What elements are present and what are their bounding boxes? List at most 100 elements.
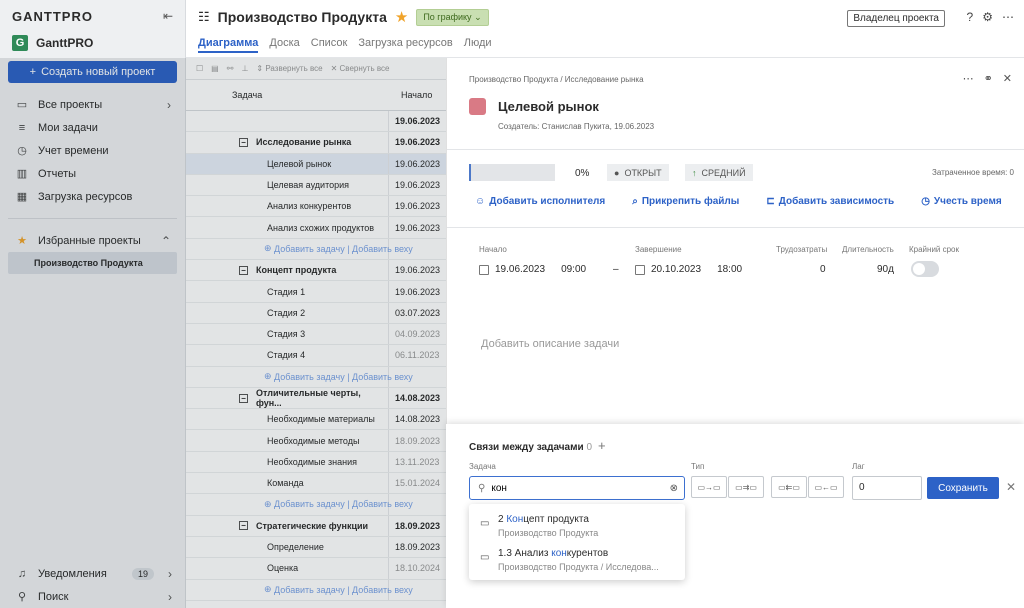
search-icon: ⚲: [478, 482, 486, 494]
progress-bar[interactable]: [469, 164, 555, 181]
favorites-header[interactable]: ★ Избранные проекты ⌃: [0, 229, 185, 252]
attach-files-button[interactable]: ⌕ Прикрепить файлы: [632, 196, 739, 207]
tab-list[interactable]: Список: [311, 37, 348, 53]
sidebar-item-reports[interactable]: ▥ Отчеты: [0, 162, 185, 185]
table-row[interactable]: Целевая аудитория 19.06.2023: [186, 174, 446, 197]
create-project-button[interactable]: + Создать новый проект: [8, 61, 177, 83]
table-row[interactable]: − Отличительные черты, фун... 14.08.2023: [186, 387, 446, 410]
search-result-item[interactable]: ▭ 2 Концепт продукта Производство Продук…: [469, 508, 685, 542]
gear-icon[interactable]: ⚙: [982, 10, 993, 24]
link-type-finish-finish-icon[interactable]: ▭⇇▭: [771, 476, 807, 498]
favorite-project-item[interactable]: Производство Продукта: [8, 252, 177, 274]
sidebar-item-time-tracking[interactable]: ◷ Учет времени: [0, 139, 185, 162]
collapse-icon[interactable]: −: [239, 137, 248, 147]
table-row[interactable]: Стадия 1 19.06.2023: [186, 281, 446, 303]
deadline-toggle[interactable]: [911, 261, 939, 277]
duration-value[interactable]: 90д: [877, 264, 894, 275]
task-search-input[interactable]: [491, 482, 652, 494]
clear-icon[interactable]: ⊗: [670, 483, 678, 494]
collapse-icon[interactable]: −: [239, 265, 248, 275]
close-icon[interactable]: ✕: [1003, 72, 1012, 85]
more-icon[interactable]: ⋯: [1002, 10, 1014, 24]
tab-workload[interactable]: Загрузка ресурсов: [358, 37, 452, 53]
description-field[interactable]: Добавить описание задачи: [481, 338, 619, 350]
project-status-dropdown[interactable]: По графику ⌄: [416, 8, 489, 26]
table-row[interactable]: − Стратегические функции 18.09.2023: [186, 515, 446, 537]
collapse-all-button[interactable]: ✕ Свернуть все: [331, 64, 390, 73]
owner-role-badge[interactable]: Владелец проекта: [847, 10, 945, 27]
breadcrumb[interactable]: Производство Продукта / Исследование рын…: [469, 75, 644, 84]
sidebar-item-workload[interactable]: ▦ Загрузка ресурсов: [0, 185, 185, 208]
calendar-icon[interactable]: ▤: [211, 64, 219, 73]
add-link-icon[interactable]: +: [598, 438, 606, 453]
effort-value[interactable]: 0: [820, 264, 826, 275]
add-dependency-button[interactable]: ⊏ Добавить зависимость: [766, 196, 894, 207]
table-row[interactable]: Целевой рынок 19.06.2023: [186, 153, 446, 175]
task-name: Исследование рынка: [256, 137, 352, 148]
table-row[interactable]: Необходимые знания 13.11.2023: [186, 451, 446, 474]
close-icon[interactable]: ✕: [1006, 480, 1016, 494]
task-grid: Задача Начало 19.06.2023 − Исследование р…: [186, 80, 446, 608]
table-row[interactable]: Оценка 18.10.2024: [186, 558, 446, 580]
collapse-sidebar-icon[interactable]: ⇤: [163, 9, 173, 23]
help-icon[interactable]: ?: [967, 10, 974, 24]
expand-all-button[interactable]: ⇕ Развернуть все: [256, 64, 322, 73]
more-icon[interactable]: ⋯: [963, 72, 974, 85]
end-time-value[interactable]: 18:00: [717, 264, 742, 275]
save-button[interactable]: Сохранить: [927, 477, 999, 499]
status-dropdown[interactable]: ● ОТКРЫТ: [607, 164, 669, 181]
table-row[interactable]: Необходимые материалы 14.08.2023: [186, 409, 446, 431]
table-row[interactable]: − Концепт продукта 19.06.2023: [186, 260, 446, 282]
hierarchy-icon[interactable]: ⚯: [227, 64, 234, 73]
link-type-start-finish-icon[interactable]: ▭←▭: [808, 476, 844, 498]
tab-board[interactable]: Доска: [269, 37, 299, 53]
favorite-star-icon[interactable]: ★: [395, 8, 408, 26]
end-date-field[interactable]: 20.10.2023 18:00: [635, 264, 742, 275]
tab-people[interactable]: Люди: [464, 37, 492, 53]
add-task-link[interactable]: ⊕ Добавить задачу | Добавить веху: [186, 579, 413, 600]
table-row[interactable]: Анализ схожих продуктов 19.06.2023: [186, 217, 446, 239]
add-task-row[interactable]: ⊕ Добавить задачу | Добавить веху: [186, 494, 446, 516]
add-task-link[interactable]: ⊕ Добавить задачу | Добавить веху: [186, 366, 413, 387]
sidebar-item-my-tasks[interactable]: ≡ Мои задачи: [0, 116, 185, 139]
table-row[interactable]: Определение 18.09.2023: [186, 536, 446, 559]
collapse-icon[interactable]: −: [239, 521, 248, 531]
start-time-value[interactable]: 09:00: [561, 264, 586, 275]
sidebar-item-all-projects[interactable]: ▭ Все проекты ›: [0, 93, 185, 116]
search-result-item[interactable]: ▭ 1.3 Анализ конкурентов Производство Пр…: [469, 542, 685, 576]
link-type-start-start-icon[interactable]: ▭⇉▭: [728, 476, 764, 498]
collapse-icon[interactable]: −: [239, 393, 248, 403]
add-assignee-button[interactable]: ☺ Добавить исполнителя: [475, 196, 605, 207]
table-row[interactable]: Стадия 3 04.09.2023: [186, 323, 446, 346]
column-header-task[interactable]: Задача: [186, 90, 389, 100]
table-row[interactable]: Анализ конкурентов 19.06.2023: [186, 196, 446, 218]
project-row[interactable]: 19.06.2023: [186, 111, 446, 133]
table-row[interactable]: Команда 15.01.2024: [186, 473, 446, 495]
table-row[interactable]: − Исследование рынка 19.06.2023: [186, 132, 446, 154]
task-title[interactable]: Целевой рынок: [498, 99, 599, 114]
task-color-swatch[interactable]: [469, 98, 486, 115]
lag-input[interactable]: 0: [852, 476, 922, 500]
notifications-item[interactable]: ♫ Уведомления 19 ›: [0, 562, 186, 585]
add-task-row[interactable]: ⊕ Добавить задачу | Добавить веху: [186, 579, 446, 601]
column-header-start[interactable]: Начало: [389, 90, 432, 100]
add-task-row[interactable]: ⊕ Добавить задачу | Добавить веху: [186, 238, 446, 261]
indent-icon[interactable]: ⊥: [241, 64, 248, 73]
link-icon[interactable]: ⚭: [984, 72, 993, 85]
table-row[interactable]: Стадия 2 03.07.2023: [186, 302, 446, 324]
table-row[interactable]: Необходимые методы 18.09.2023: [186, 430, 446, 452]
add-task-row[interactable]: ⊕ Добавить задачу | Добавить веху: [186, 366, 446, 388]
priority-dropdown[interactable]: ↑ СРЕДНИЙ: [685, 164, 753, 181]
task-search-field[interactable]: ⚲ ⊗: [469, 476, 685, 500]
checkbox-icon[interactable]: ☐: [196, 64, 203, 73]
tab-diagram[interactable]: Диаграмма: [198, 37, 259, 53]
link-type-finish-start-icon[interactable]: ▭→▭: [691, 476, 727, 498]
search-item[interactable]: ⚲ Поиск ›: [0, 585, 186, 608]
workspace-switcher[interactable]: G GanttPRO: [0, 32, 185, 54]
add-task-link[interactable]: ⊕ Добавить задачу | Добавить веху: [186, 238, 413, 260]
log-time-button[interactable]: ◷ Учесть время: [921, 196, 1002, 207]
add-task-link[interactable]: ⊕ Добавить задачу | Добавить веху: [186, 494, 413, 515]
table-row[interactable]: Стадия 4 06.11.2023: [186, 345, 446, 367]
start-date-field[interactable]: 19.06.2023 09:00: [479, 264, 586, 275]
start-date-cell: 03.07.2023: [395, 307, 441, 318]
